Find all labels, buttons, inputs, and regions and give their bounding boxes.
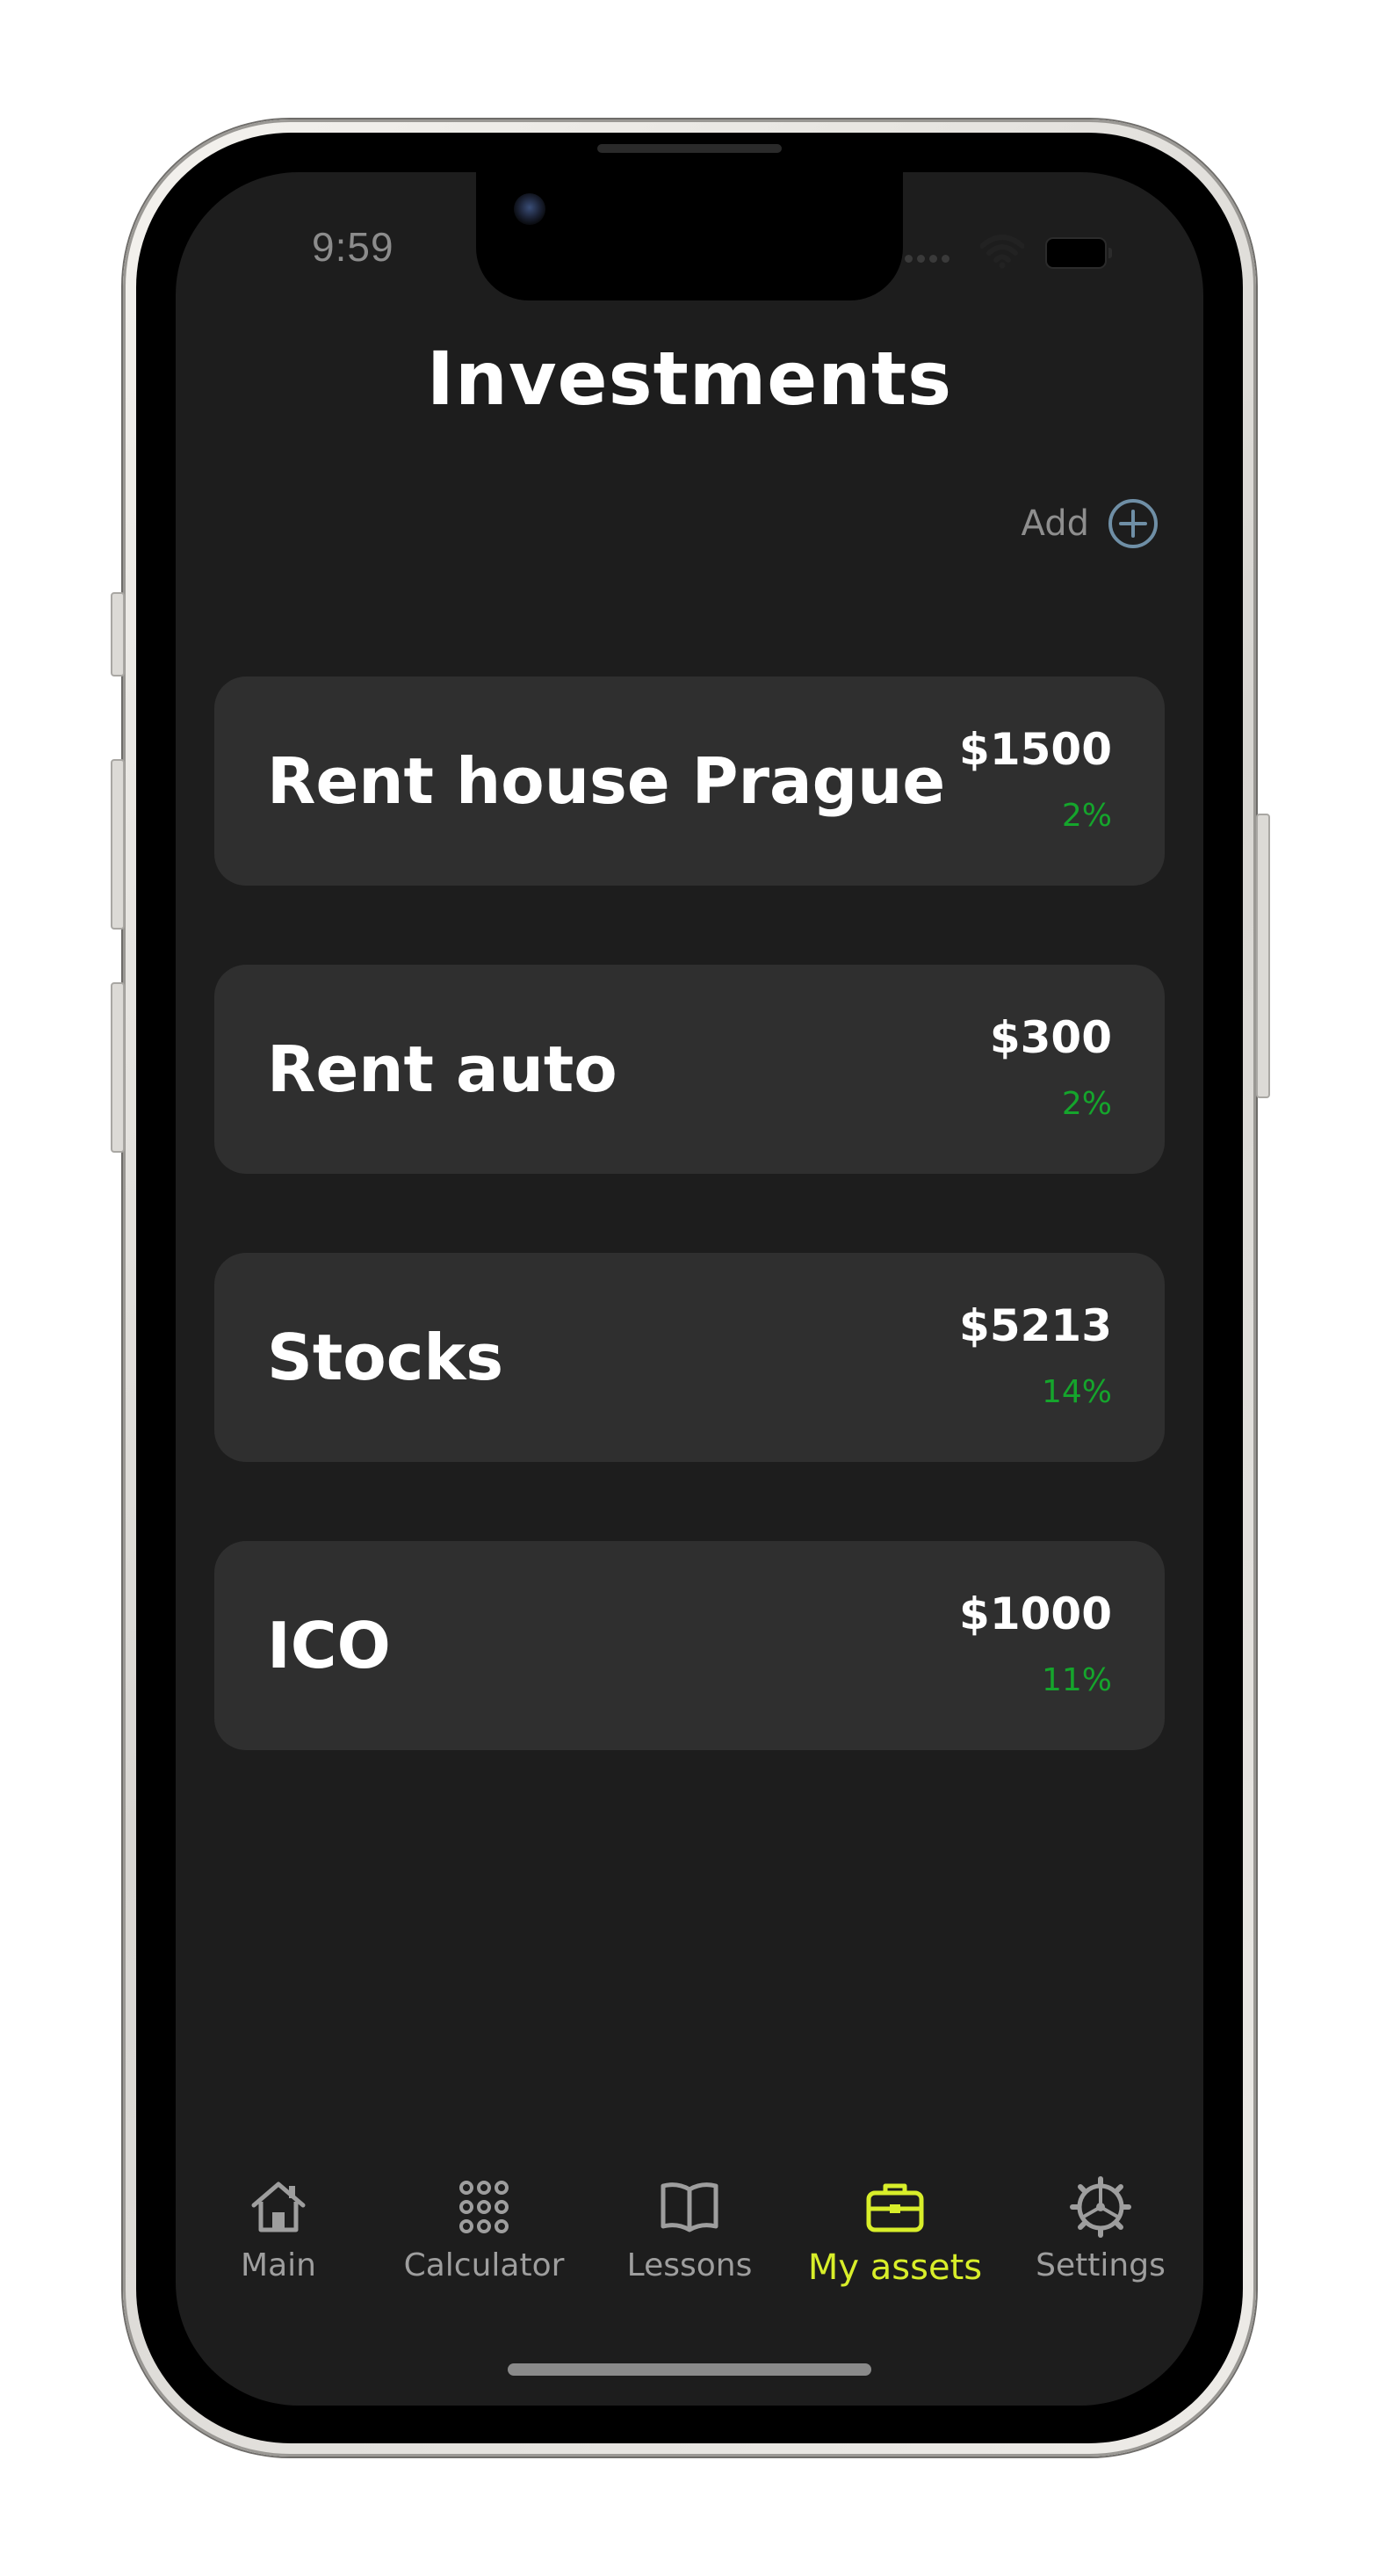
wifi-icon (980, 235, 1024, 269)
asset-value: $1500 (959, 724, 1112, 775)
asset-change: 14% (1041, 1374, 1112, 1410)
home-indicator[interactable] (508, 2363, 871, 2376)
asset-change: 11% (1041, 1662, 1112, 1698)
tab-main[interactable]: Main (176, 2175, 381, 2307)
tab-my-assets[interactable]: My assets (792, 2175, 998, 2307)
tab-label: Calculator (403, 2247, 565, 2283)
cellular-signal-icon (905, 250, 957, 263)
asset-value: $1000 (959, 1588, 1112, 1639)
asset-value: $5213 (959, 1300, 1112, 1351)
tab-lessons[interactable]: Lessons (587, 2175, 792, 2307)
asset-change: 2% (1061, 798, 1112, 834)
silent-switch (111, 592, 125, 677)
add-asset-button[interactable]: Add (1022, 497, 1159, 550)
briefcase-icon (866, 2183, 924, 2232)
asset-name: Stocks (267, 1321, 504, 1394)
tab-label: Main (241, 2247, 316, 2283)
asset-change: 2% (1061, 1086, 1112, 1122)
notch (476, 172, 903, 300)
asset-list: Rent house Prague $1500 2% Rent auto $30… (214, 677, 1165, 1829)
power-button (1256, 814, 1270, 1098)
battery-icon (1045, 237, 1112, 269)
home-icon (251, 2182, 306, 2232)
tab-label: Lessons (626, 2247, 753, 2283)
asset-name: Rent house Prague (267, 744, 946, 818)
earpiece-speaker (597, 144, 782, 153)
status-time: 9:59 (312, 224, 394, 270)
asset-card[interactable]: Rent house Prague $1500 2% (214, 677, 1165, 886)
asset-value: $300 (989, 1012, 1112, 1063)
asset-card[interactable]: ICO $1000 11% (214, 1541, 1165, 1750)
tab-bar: Main Calculator Lessons My assets Settin… (176, 2175, 1203, 2307)
add-label: Add (1021, 503, 1089, 544)
asset-card[interactable]: Rent auto $300 2% (214, 965, 1165, 1174)
tab-calculator[interactable]: Calculator (381, 2175, 587, 2307)
tab-settings[interactable]: Settings (998, 2175, 1203, 2307)
page-title: Investments (426, 336, 953, 422)
book-icon (661, 2182, 718, 2232)
asset-card[interactable]: Stocks $5213 14% (214, 1253, 1165, 1462)
asset-name: Rent auto (267, 1032, 617, 1106)
tab-label: My assets (807, 2247, 983, 2288)
plus-circle-icon[interactable] (1107, 497, 1159, 550)
front-camera (514, 193, 545, 225)
gear-icon (1070, 2176, 1131, 2238)
tab-label: Settings (1036, 2247, 1166, 2283)
asset-name: ICO (267, 1609, 391, 1682)
volume-up-button (111, 759, 125, 930)
keypad-icon (459, 2181, 509, 2233)
app-screen: 9:59 Investments Add Rent house Prague $… (176, 172, 1203, 2406)
volume-down-button (111, 982, 125, 1153)
